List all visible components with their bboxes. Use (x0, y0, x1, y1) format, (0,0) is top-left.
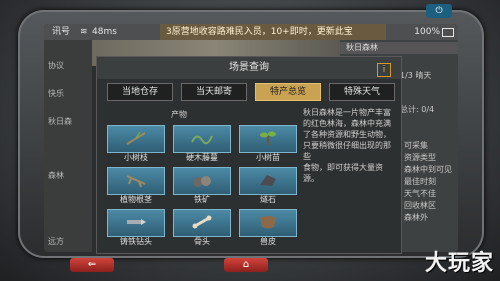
bg-right-line: 资源类型 (404, 153, 436, 162)
bottom-bar: ⇐ ⌂ (70, 258, 430, 278)
tab-today-mail[interactable]: 当天邮寄 (181, 83, 247, 101)
scene-query-dialog: 场景查询 i 当地仓存 当天邮寄 特产总览 特殊天气 产物 小树枝 硬木藤蔓 小… (96, 56, 402, 254)
battery-icon (442, 28, 454, 37)
bg-left-item: 远方 (48, 237, 64, 246)
product-label: 植物根茎 (120, 195, 152, 204)
root-icon (126, 175, 146, 188)
product-label: 小树苗 (256, 153, 280, 162)
watermark-logo: 大玩家 (424, 250, 494, 276)
back-button[interactable]: ⇐ (70, 258, 114, 272)
bg-right-line: 天气不佳 (404, 189, 436, 198)
product-grid: 小树枝 硬木藤蔓 小树苗 植物根茎 铁矿 燧石 铸铁钻头 骨头 兽皮 (107, 125, 297, 247)
product-label: 骨头 (194, 237, 210, 246)
top-power-button[interactable]: ⏻ (426, 4, 452, 18)
bg-left-item: 协议 (48, 61, 64, 70)
signal-latency: 48ms (92, 27, 117, 37)
battery-percent: 100% (414, 27, 440, 37)
home-button[interactable]: ⌂ (224, 258, 268, 272)
drill-bit-icon (127, 219, 146, 225)
product-label: 兽皮 (260, 237, 276, 246)
bone-icon (192, 215, 212, 229)
flint-icon (260, 175, 276, 186)
dialog-title: 场景查询 (97, 57, 401, 79)
bg-right-line: 森林外 (404, 213, 428, 222)
bg-left-item: 秋日森 (48, 117, 72, 126)
product-item[interactable]: 骨头 (173, 209, 231, 247)
hide-icon (260, 216, 276, 229)
product-item[interactable]: 铁矿 (173, 167, 231, 205)
product-label: 小树枝 (124, 153, 148, 162)
carrier-label: 讯号 (52, 27, 71, 37)
bg-right-line: 总计: 0/4 (400, 105, 435, 114)
wifi-icon: ≋ (80, 27, 88, 37)
iron-ore-icon (193, 176, 211, 187)
bg-right-line: 回收林区 (404, 201, 436, 210)
bg-right-line: 1/3 晴天 (400, 71, 432, 80)
product-item[interactable]: 硬木藤蔓 (173, 125, 231, 163)
tab-special-weather[interactable]: 特殊天气 (329, 83, 395, 101)
product-item[interactable]: 燧石 (239, 167, 297, 205)
product-item[interactable]: 小树苗 (239, 125, 297, 163)
background-left-panel: 协议 快乐 秋日森 森林 远方 (44, 40, 92, 252)
product-item[interactable]: 小树枝 (107, 125, 165, 163)
product-item[interactable]: 铸铁钻头 (107, 209, 165, 247)
bg-right-line: 最佳时刻 (404, 177, 436, 186)
product-label: 铸铁钻头 (120, 237, 152, 246)
product-label: 燧石 (260, 195, 276, 204)
product-label: 铁矿 (194, 195, 210, 204)
scene-description: 秋日森林是一片物产丰富 的红色林海，森林中充满 了各种资源和野生动物， 只要稍微… (303, 108, 391, 183)
tab-specialty-overview[interactable]: 特产总览 (255, 83, 321, 101)
bg-right-header: 秋日森林 (340, 42, 458, 54)
bg-right-line: 森林中到可见 (404, 165, 452, 174)
device-frame: ⏻ 讯号 ≋ 48ms 100% 3原营地收容路难民入员，10+即时，更新此宝 … (0, 0, 500, 281)
product-item[interactable]: 植物根茎 (107, 167, 165, 205)
dialog-tabs: 当地仓存 当天邮寄 特产总览 特殊天气 (105, 83, 397, 101)
tab-local-storage[interactable]: 当地仓存 (107, 83, 173, 101)
section-label: 产物 (171, 110, 187, 119)
twig-icon (126, 131, 146, 145)
bg-left-item: 快乐 (48, 89, 64, 98)
news-marquee: 3原营地收容路难民入员，10+即时，更新此宝 (160, 24, 386, 40)
product-item[interactable]: 兽皮 (239, 209, 297, 247)
info-button[interactable]: i (377, 63, 391, 77)
sapling-icon (260, 131, 276, 145)
vine-icon (191, 135, 213, 145)
bg-left-item: 森林 (48, 171, 64, 180)
product-label: 硬木藤蔓 (186, 153, 218, 162)
bg-right-line: 可采集 (404, 141, 428, 150)
